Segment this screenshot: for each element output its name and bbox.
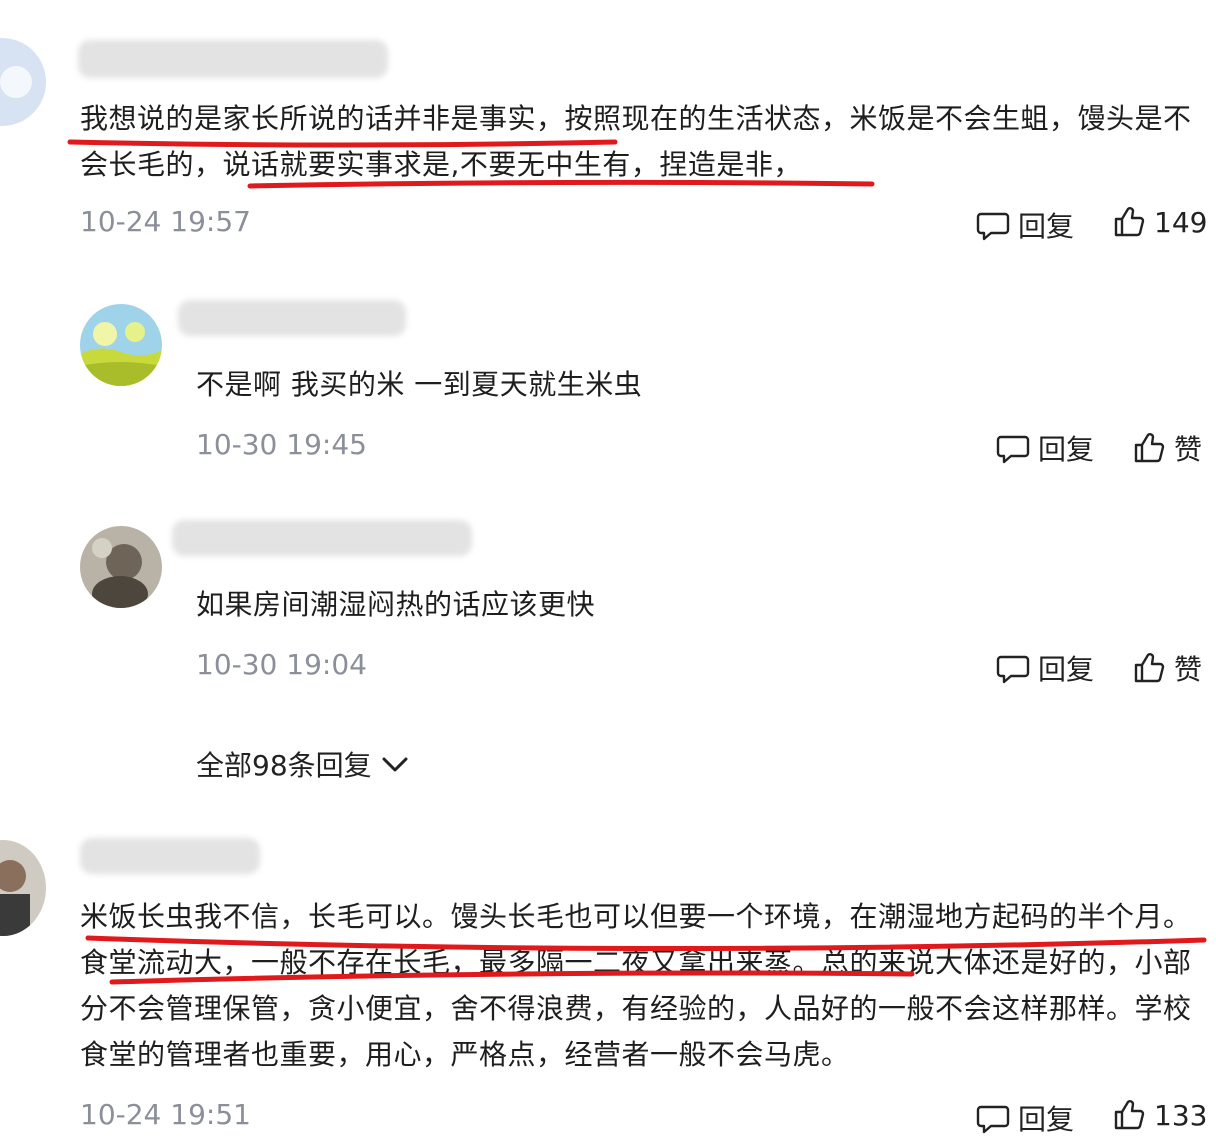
reply-label: 回复 — [1038, 653, 1095, 686]
username-redacted — [78, 40, 388, 78]
like-button[interactable]: 赞 — [1132, 648, 1202, 688]
reply-button[interactable]: 回复 — [996, 428, 1094, 468]
comment-time: 10-30 19:45 — [196, 428, 367, 461]
all-replies-toggle[interactable]: 全部98条回复 — [196, 744, 420, 784]
thumbs-up-icon — [1114, 207, 1145, 237]
comment-icon — [976, 1105, 1010, 1134]
thumbs-up-icon — [1134, 433, 1165, 463]
comment-text: 不是啊 我买的米 一到夏天就生米虫 — [196, 368, 643, 401]
like-label: 赞 — [1174, 433, 1203, 466]
reply-button[interactable]: 回复 — [976, 205, 1074, 245]
comment-time: 10-24 19:51 — [80, 1098, 251, 1131]
red-underline — [67, 139, 875, 189]
like-count: 149 — [1154, 205, 1208, 239]
thumbs-up-icon — [1114, 1100, 1145, 1130]
reply-label: 回复 — [1018, 210, 1075, 243]
comment-icon — [996, 435, 1030, 464]
comment-icon — [976, 212, 1010, 241]
reply-button[interactable]: 回复 — [996, 648, 1094, 688]
reply-button[interactable]: 回复 — [976, 1098, 1074, 1138]
comment-text: 如果房间潮湿闷热的话应该更快 — [196, 588, 596, 621]
reply-label: 回复 — [1018, 1103, 1075, 1136]
comment-time: 10-24 19:57 — [80, 205, 251, 238]
reply-label: 回复 — [1038, 433, 1095, 466]
avatar[interactable] — [80, 526, 162, 608]
chevron-down-icon — [382, 757, 408, 772]
like-label: 赞 — [1174, 653, 1203, 686]
username-redacted — [178, 300, 406, 336]
comment-icon — [996, 655, 1030, 684]
like-button[interactable]: 赞 — [1132, 428, 1202, 468]
thumbs-up-icon — [1134, 653, 1165, 683]
like-button[interactable]: 149 — [1112, 205, 1207, 239]
username-redacted — [80, 838, 260, 874]
all-replies-label: 全部98条回复 — [196, 749, 372, 782]
avatar[interactable] — [80, 304, 162, 386]
red-underline — [85, 935, 1207, 985]
like-button[interactable]: 133 — [1112, 1098, 1207, 1132]
like-count: 133 — [1154, 1098, 1208, 1132]
username-redacted — [172, 520, 472, 556]
comment-time: 10-30 19:04 — [196, 648, 367, 681]
